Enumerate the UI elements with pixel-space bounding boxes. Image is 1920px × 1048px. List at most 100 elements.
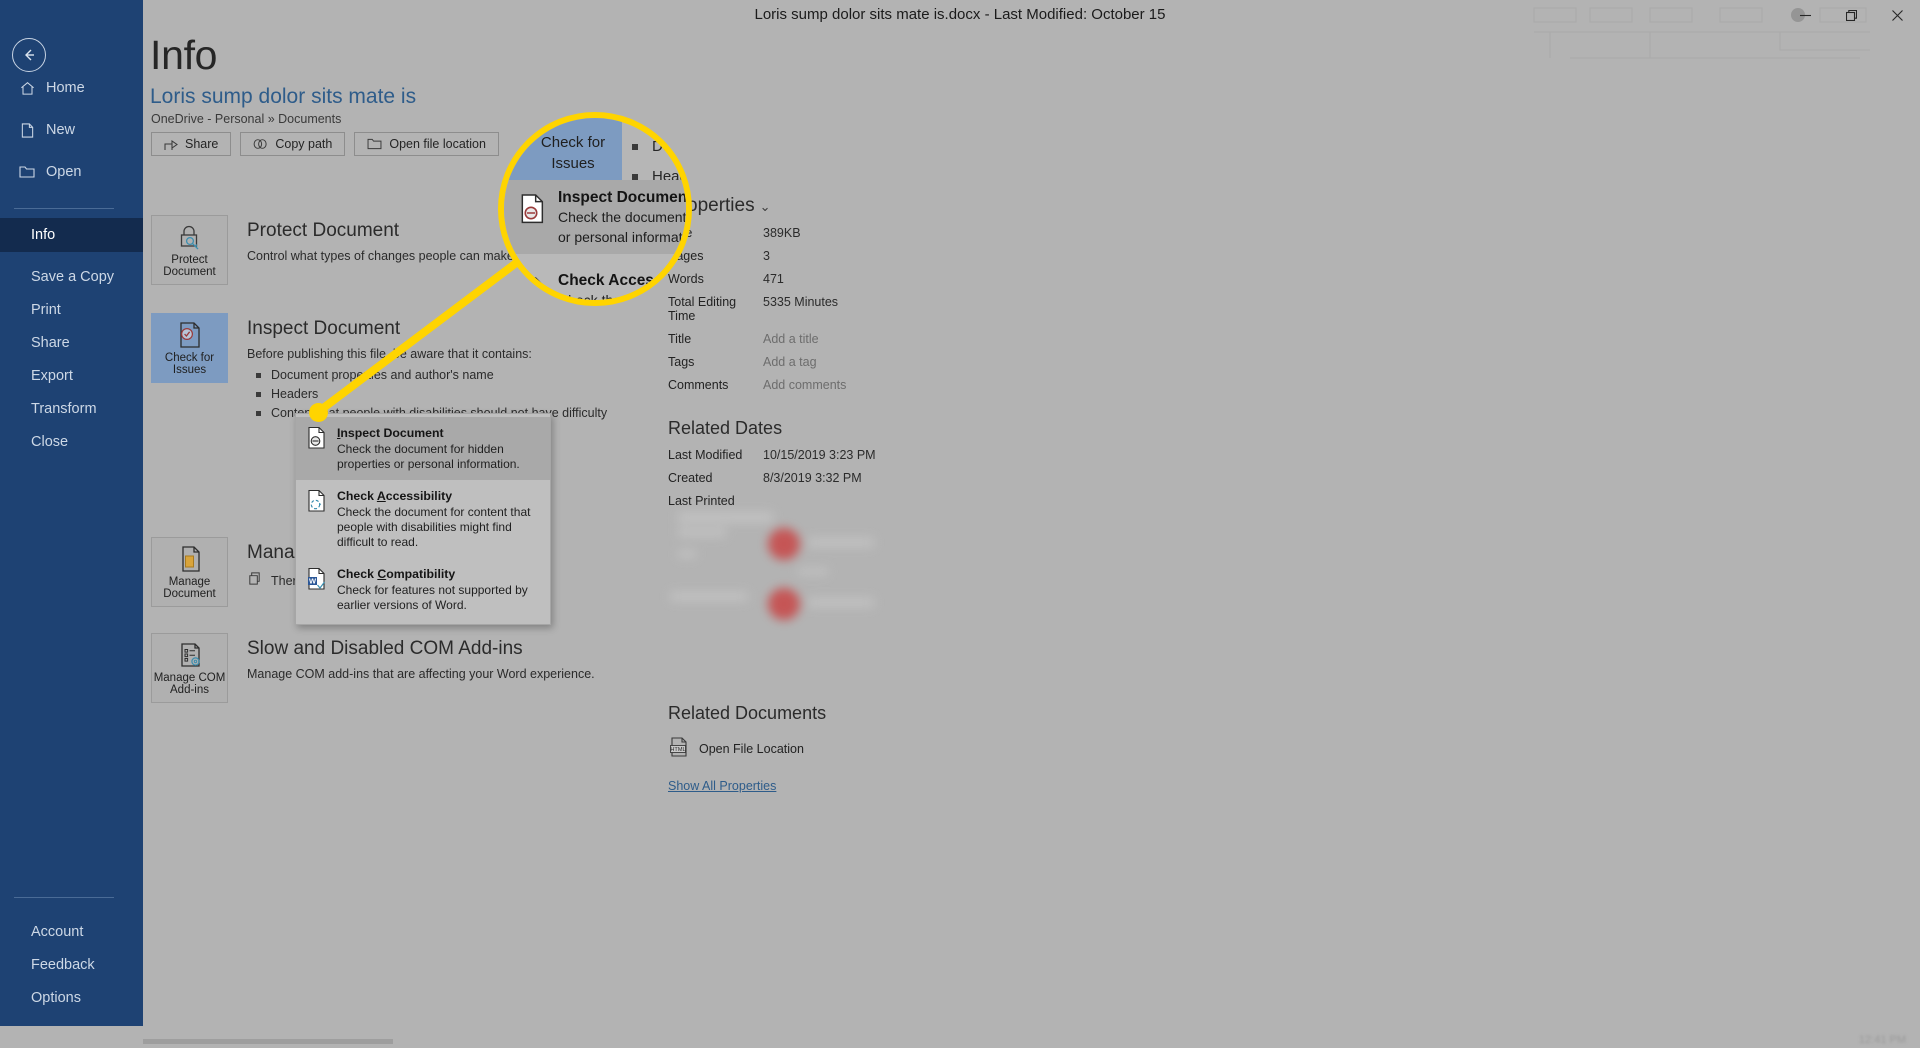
close-button[interactable]: [1874, 0, 1920, 30]
menu-item-description: Check the document for content that peop…: [337, 505, 531, 549]
sidebar-item-label: Export: [31, 368, 73, 384]
folder-icon: [367, 138, 382, 150]
inspect-document-heading: Inspect Document: [247, 318, 401, 339]
sidebar-item-feedback[interactable]: Feedback: [0, 949, 143, 981]
date-row: Created 8/3/2019 3:32 PM: [668, 471, 1098, 485]
properties-heading[interactable]: Properties ⌄: [668, 195, 1098, 217]
com-addins-icon: [176, 640, 204, 670]
menu-item-check-accessibility[interactable]: Check Accessibility Check the document f…: [296, 480, 550, 558]
document-name: Loris sump dolor sits mate is: [150, 85, 417, 108]
com-addins-heading: Slow and Disabled COM Add-ins: [247, 638, 523, 659]
open-file-location-button[interactable]: Open file location: [354, 132, 499, 156]
check-for-issues-tile[interactable]: Check for Issues: [151, 313, 228, 383]
sidebar-item-label: Info: [31, 227, 56, 243]
sidebar-item-share[interactable]: Share: [0, 327, 143, 359]
open-folder-icon: [16, 165, 38, 179]
sidebar-item-export[interactable]: Export: [0, 360, 143, 392]
magnified-menu: Inspect Document Check the document for …: [504, 180, 692, 300]
sidebar-item-options[interactable]: Options: [0, 982, 143, 1014]
property-row: Total Editing Time 5335 Minutes: [668, 295, 1098, 323]
sidebar-item-account[interactable]: Account: [0, 916, 143, 948]
app-window: Loris sump dolor sits mate is.docx - Las…: [0, 0, 1920, 1048]
manage-com-addins-tile[interactable]: Manage COM Add-ins: [151, 633, 228, 703]
copy-path-button[interactable]: Copy path: [240, 132, 346, 156]
check-accessibility-icon: [306, 487, 328, 550]
menu-item-description: Check for features not supported by earl…: [337, 583, 528, 612]
title-bar: Loris sump dolor sits mate is.docx - Las…: [0, 0, 1920, 59]
properties-panel: Properties ⌄ Size 389KB Pages 3 Words 47…: [668, 195, 1098, 795]
property-row: Words 471: [668, 272, 1098, 286]
sidebar-item-open[interactable]: Open: [0, 156, 143, 188]
inspect-document-section: Check for Issues Inspect Document Before…: [151, 313, 671, 423]
property-row: Size 389KB: [668, 226, 1098, 240]
protect-document-tile[interactable]: Protect Document: [151, 215, 228, 285]
check-for-issues-menu: Inspect Document Check the document for …: [295, 413, 551, 625]
property-key: Tags: [668, 355, 695, 369]
magnified-menu-title: Check Accessibility: [558, 272, 692, 289]
home-icon: [16, 81, 38, 96]
sidebar-item-close[interactable]: Close: [0, 426, 143, 458]
sidebar-item-label: Home: [46, 80, 85, 96]
property-key: Comments: [668, 378, 729, 392]
back-button[interactable]: [12, 38, 46, 72]
date-row: Last Printed: [668, 494, 1098, 508]
menu-item-title: Inspect Document: [337, 426, 444, 440]
unsaved-changes-icon: [247, 571, 262, 591]
manage-document-tile-label: Manage Document: [163, 575, 216, 601]
lock-key-icon: [175, 222, 205, 252]
magnified-menu-line-1: Check the document for hidden properties: [558, 209, 687, 225]
sidebar-item-new[interactable]: New: [0, 114, 143, 146]
show-all-properties-link[interactable]: Show All Properties: [668, 779, 776, 793]
magnified-menu-line-2: or personal information.: [558, 229, 692, 245]
menu-item-inspect-document[interactable]: Inspect Document Check the document for …: [296, 417, 550, 480]
manage-document-tile[interactable]: Manage Document: [151, 537, 228, 607]
sidebar-item-info[interactable]: Info: [0, 218, 143, 252]
menu-item-title: Check Compatibility: [337, 567, 456, 581]
minimize-button[interactable]: [1782, 0, 1828, 30]
info-page: Info Loris sump dolor sits mate is OneDr…: [143, 30, 1920, 1028]
sidebar-item-label: Print: [31, 302, 61, 318]
svg-text:HTML: HTML: [670, 747, 685, 753]
sidebar-item-label: Open: [46, 164, 82, 180]
sidebar-item-transform[interactable]: Transform: [0, 393, 143, 425]
list-item: Document properties and author's name: [630, 132, 686, 162]
related-dates-heading: Related Dates: [668, 418, 783, 438]
inspect-document-icon: [306, 424, 328, 472]
property-row: Comments Add comments: [668, 378, 1098, 392]
quick-actions: Share Copy path Open file location: [151, 132, 499, 156]
menu-item-check-compatibility[interactable]: W Check Compatibility Check for features…: [296, 558, 550, 621]
window-controls: [1782, 0, 1920, 30]
sidebar-item-label: New: [46, 122, 76, 138]
comments-field[interactable]: Add comments: [763, 378, 846, 392]
status-bar: 12:41 PM: [0, 1026, 1920, 1048]
share-button[interactable]: Share: [151, 132, 232, 156]
sidebar-item-label: Feedback: [31, 957, 95, 973]
new-document-icon: [16, 122, 38, 138]
menu-item-description: Check the document for hidden properties…: [337, 442, 520, 471]
sidebar-item-home[interactable]: Home: [0, 72, 143, 104]
document-check-icon: [176, 320, 204, 350]
page-title: Info: [150, 32, 218, 78]
date-value: 10/15/2019 3:23 PM: [763, 448, 876, 462]
restore-button[interactable]: [1828, 0, 1874, 30]
check-for-issues-tile-label: Check for Issues: [164, 351, 215, 377]
system-clock: 12:41 PM: [1858, 1034, 1906, 1046]
list-item: Document properties and author's name: [247, 366, 607, 385]
property-row: Pages 3: [668, 249, 1098, 263]
window-title: Loris sump dolor sits mate is.docx - Las…: [754, 6, 1166, 23]
manage-document-icon: [176, 544, 204, 574]
sidebar-item-save-a-copy[interactable]: Save a Copy: [0, 261, 143, 293]
title-field[interactable]: Add a title: [763, 332, 819, 346]
com-addins-section: Manage COM Add-ins Slow and Disabled COM…: [151, 633, 671, 703]
tags-field[interactable]: Add a tag: [763, 355, 817, 369]
magnified-menu-title: Inspect Document: [558, 189, 692, 206]
sidebar-item-label: Close: [31, 434, 69, 450]
property-value: 3: [763, 249, 770, 263]
sidebar-item-print[interactable]: Print: [0, 294, 143, 326]
property-value: 389KB: [763, 226, 801, 240]
com-addins-description: Manage COM add-ins that are affecting yo…: [247, 667, 595, 681]
property-row: Tags Add a tag: [668, 355, 1098, 369]
date-row: Last Modified 10/15/2019 3:23 PM: [668, 448, 1098, 462]
open-file-location-link[interactable]: HTML Open File Location: [668, 736, 1098, 761]
property-value: 5335 Minutes: [763, 295, 839, 309]
